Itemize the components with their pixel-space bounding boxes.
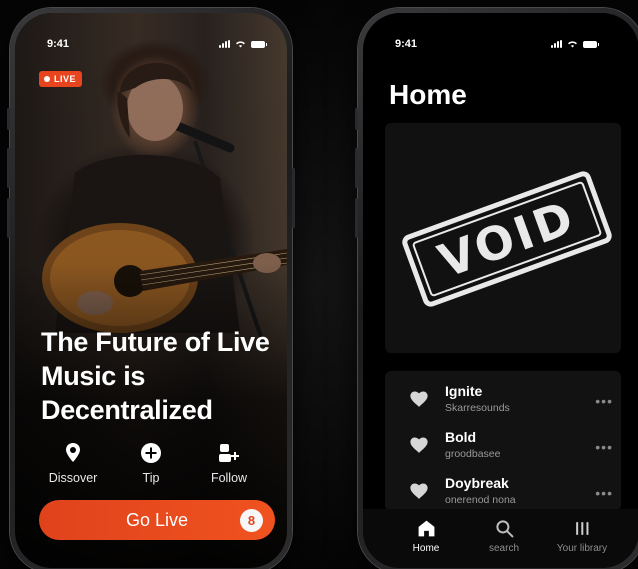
headline: The Future of Live Music is Decentralize… [41,327,270,425]
status-time: 9:41 [395,38,418,50]
heart-icon[interactable] [410,483,428,499]
wifi-icon [568,41,577,48]
brand-logo-icon: 8 [240,509,263,532]
status-time: 9:41 [47,38,70,50]
live-badge: LIVE [39,71,83,87]
live-badge-label: LIVE [54,74,77,84]
signal-icon [551,40,562,48]
more-options-icon[interactable]: ••• [595,485,613,501]
more-options-icon[interactable]: ••• [595,439,613,455]
status-bar: 9:41 [363,35,638,53]
track-meta: Ignite Skarresounds [445,383,510,414]
track-list: Ignite Skarresounds ••• Bold groodbasee … [385,371,621,511]
discover-button[interactable]: Dissover [35,441,111,485]
phone-side-button [7,108,10,130]
phone-side-button [292,168,295,228]
home-screen: 9:41 Home VOID Ignite Skarresounds ••• B… [363,13,638,568]
page-title: Home [389,79,467,110]
phone-right: 9:41 Home VOID Ignite Skarresounds ••• B… [355,8,638,569]
track-title: Ignite [445,383,483,399]
heart-icon[interactable] [410,437,428,453]
status-icons [551,40,599,48]
search-icon [495,520,513,538]
tab-search[interactable]: search [469,519,539,568]
go-live-label: Go Live [125,509,189,530]
track-meta: Doybreak onerenod nona [445,475,516,506]
list-item[interactable]: Ignite Skarresounds ••• [385,373,621,419]
track-meta: Bold groodbasee [445,429,500,460]
status-bar: 9:41 [15,35,287,53]
heart-icon[interactable] [410,391,428,407]
list-item[interactable]: Doybreak onerenod nona ••• [385,465,621,511]
phone-side-button [355,108,358,130]
tip-label: Tip [142,471,160,485]
phone-side-button [7,148,10,188]
discover-label: Dissover [48,471,98,485]
follow-label: Follow [210,471,248,485]
follow-button[interactable]: Follow [191,441,267,485]
tab-search-label: search [488,543,519,554]
location-pin-icon [66,443,80,462]
track-artist: groodbasee [445,448,501,460]
battery-icon [251,40,267,48]
tip-button[interactable]: Tip [113,441,189,485]
go-live-button[interactable]: Go Live 8 [39,500,275,540]
tab-home-label: Home [412,543,440,554]
more-options-icon[interactable]: ••• [595,393,613,409]
home-icon [418,520,434,537]
plus-circle-icon [141,443,161,463]
phone-side-button [355,198,358,238]
tab-library[interactable]: Your library [547,519,617,568]
tab-library-label: Your library [556,543,608,554]
tab-bar: Home search Your library [363,509,638,568]
tab-home[interactable]: Home [391,519,461,568]
status-icons [219,40,267,48]
stage: 9:41 LIVE The Future of Live Music is De… [0,0,638,569]
track-artist: Skarresounds [445,402,510,414]
battery-icon [583,40,599,48]
live-screen: 9:41 LIVE The Future of Live Music is De… [15,13,287,568]
library-icon [575,522,588,535]
phone-side-button [7,198,10,238]
track-title: Doybreak [445,475,509,491]
live-dot-icon [44,76,50,82]
action-row: Dissover Tip Follow [35,441,267,485]
phone-side-button [355,148,358,188]
wifi-icon [236,41,245,48]
signal-icon [219,40,230,48]
phone-left: 9:41 LIVE The Future of Live Music is De… [7,8,295,569]
track-artist: onerenod nona [445,494,516,506]
user-add-icon [219,444,239,462]
track-title: Bold [445,429,477,445]
list-item[interactable]: Bold groodbasee ••• [385,419,621,465]
